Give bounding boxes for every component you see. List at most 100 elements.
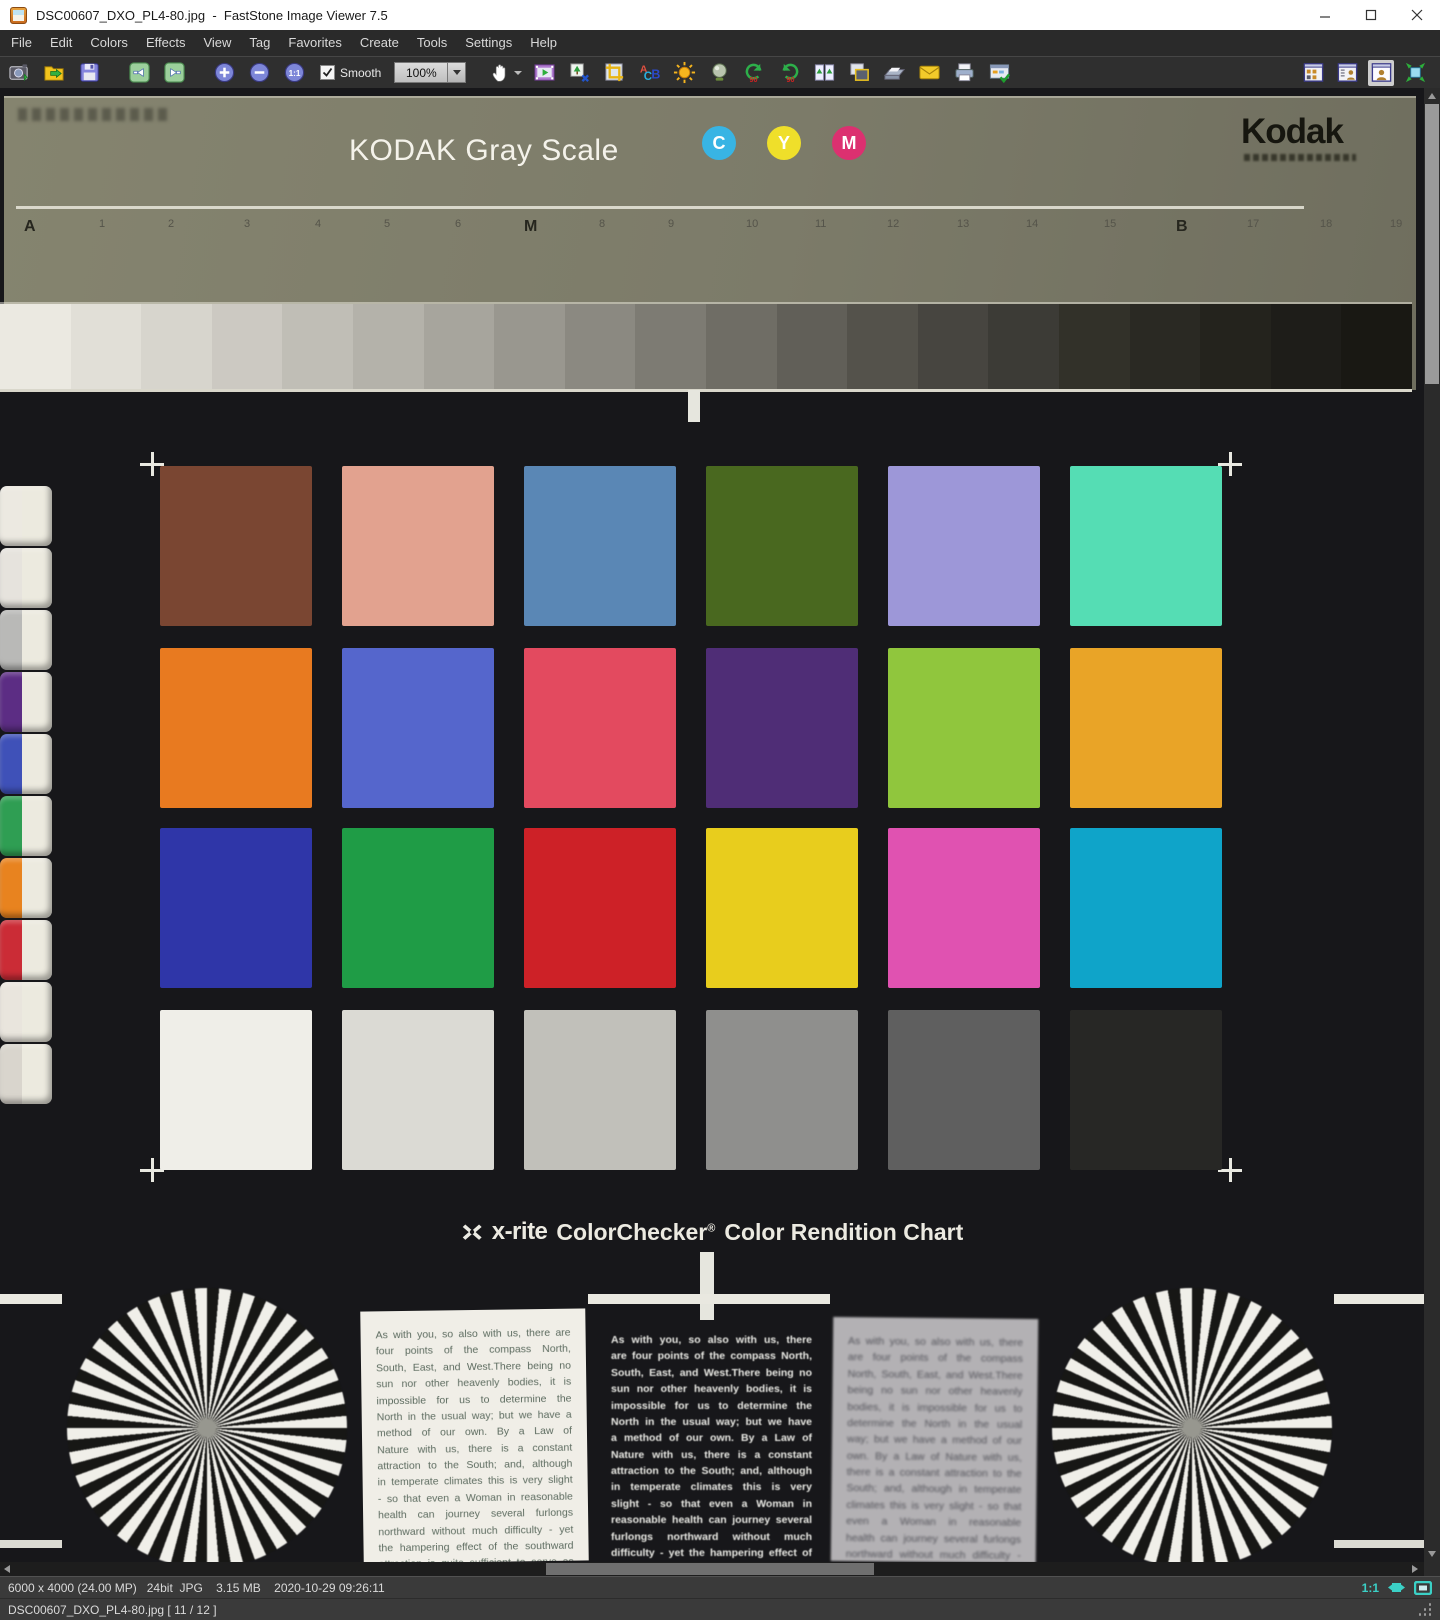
compare-images-icon <box>813 61 836 84</box>
acquire-photos-button[interactable] <box>6 60 32 86</box>
windowed-view-button[interactable] <box>1334 60 1360 86</box>
menu-item-help[interactable]: Help <box>521 30 566 56</box>
fullscreen-button[interactable] <box>1402 60 1428 86</box>
scroll-right-arrow[interactable] <box>1412 1565 1418 1573</box>
print-button[interactable] <box>951 60 977 86</box>
menu-item-create[interactable]: Create <box>351 30 408 56</box>
windows-copy-icon <box>848 61 871 84</box>
thumbnail-view-button[interactable] <box>1300 60 1326 86</box>
smooth-option[interactable]: Smooth <box>320 65 381 80</box>
horizontal-scrollbar[interactable] <box>0 1562 1424 1576</box>
menu-item-effects[interactable]: Effects <box>137 30 195 56</box>
colorchecker-patch <box>524 648 676 808</box>
title-bar: DSC00607_DXO_PL4-80.jpg - FastStone Imag… <box>0 0 1440 30</box>
menu-item-settings[interactable]: Settings <box>456 30 521 56</box>
grayscale-step <box>565 304 636 389</box>
menu-item-view[interactable]: View <box>194 30 240 56</box>
gray-scale-index-label: 5 <box>384 218 390 230</box>
fullscreen-toggle-icon[interactable] <box>1414 1581 1432 1595</box>
gray-scale-index-label: 6 <box>455 218 461 230</box>
resolution-text-dark: As with you, so also with us, there are … <box>596 1326 827 1562</box>
fit-window-icon[interactable] <box>1388 1580 1405 1595</box>
gray-scale-index-label: 3 <box>244 218 250 230</box>
grayscale-step <box>635 304 706 389</box>
thread-spool <box>0 734 52 794</box>
effects-button[interactable] <box>706 60 732 86</box>
copy-move-button[interactable] <box>846 60 872 86</box>
zoom-value: 100% <box>394 62 448 83</box>
capture-button[interactable] <box>986 60 1012 86</box>
gray-scale-underline <box>16 206 1304 209</box>
open-file-button[interactable] <box>41 60 67 86</box>
resize-grip[interactable] <box>1418 1603 1432 1617</box>
caption-rest: Color Rendition Chart <box>724 1219 963 1246</box>
split-view-icon <box>1336 61 1359 84</box>
colorchecker-patch <box>1070 1010 1222 1170</box>
menu-item-colors[interactable]: Colors <box>81 30 137 56</box>
letters-acb-icon: A C B <box>638 61 661 84</box>
vertical-scrollbar[interactable] <box>1424 88 1440 1562</box>
colorchecker-patch <box>342 648 494 808</box>
menu-item-edit[interactable]: Edit <box>41 30 81 56</box>
save-as-button[interactable] <box>76 60 102 86</box>
colorchecker-patch <box>888 1010 1040 1170</box>
next-image-button[interactable] <box>161 60 187 86</box>
grayscale-step <box>988 304 1059 389</box>
photo-canvas: KODAK Gray Scale CYM Kodak A123456M89101… <box>0 88 1424 1562</box>
close-button[interactable] <box>1394 0 1440 30</box>
horizontal-scroll-thumb[interactable] <box>546 1563 874 1575</box>
compare-button[interactable] <box>811 60 837 86</box>
colorchecker-patch <box>1070 466 1222 626</box>
actual-size-button[interactable]: 1:1 <box>281 60 307 86</box>
image-info: 6000 x 4000 (24.00 MP) 24bit JPG 3.15 MB… <box>8 1581 385 1595</box>
gray-scale-index-label: 1 <box>99 218 105 230</box>
grayscale-step <box>847 304 918 389</box>
zoom-select[interactable]: 100% <box>394 62 466 83</box>
vertical-scroll-thumb[interactable] <box>1425 104 1439 384</box>
zoom-dropdown-button[interactable] <box>448 62 466 83</box>
scroll-down-arrow[interactable] <box>1428 1551 1436 1557</box>
single-image-view-icon <box>1370 61 1393 84</box>
resolution-text-white: As with you, so also with us, there are … <box>360 1308 588 1562</box>
smooth-checkbox[interactable] <box>320 65 335 80</box>
colorchecker-patch <box>342 466 494 626</box>
rotate-left-button[interactable]: 90 <box>741 60 767 86</box>
full-view-button[interactable] <box>1368 60 1394 86</box>
thumbnail-grid-icon <box>1302 61 1325 84</box>
thread-spool <box>0 672 52 732</box>
menu-item-favorites[interactable]: Favorites <box>279 30 350 56</box>
scroll-left-arrow[interactable] <box>4 1565 10 1573</box>
colorchecker-patch <box>1070 648 1222 808</box>
scroll-up-arrow[interactable] <box>1428 93 1436 99</box>
menu-item-tools[interactable]: Tools <box>408 30 456 56</box>
gray-scale-index-label: M <box>524 218 537 236</box>
menu-bar: FileEditColorsEffectsViewTagFavoritesCre… <box>0 30 1440 56</box>
adjust-colors-button[interactable]: A C B <box>636 60 662 86</box>
svg-text:1:1: 1:1 <box>288 69 300 78</box>
slideshow-button[interactable] <box>531 60 557 86</box>
chevron-down-icon <box>453 70 461 75</box>
scan-button[interactable] <box>881 60 907 86</box>
hand-tool-button[interactable] <box>490 62 522 83</box>
maximize-button[interactable] <box>1348 0 1394 30</box>
resize-button[interactable] <box>566 60 592 86</box>
window-title: DSC00607_DXO_PL4-80.jpg - FastStone Imag… <box>36 8 388 23</box>
cym-badge-c: C <box>702 126 736 160</box>
grayscale-step <box>0 304 71 389</box>
crop-button[interactable] <box>601 60 627 86</box>
grayscale-step <box>141 304 212 389</box>
minimize-button[interactable] <box>1302 0 1348 30</box>
colorchecker-patch <box>524 1010 676 1170</box>
previous-image-button[interactable] <box>126 60 152 86</box>
email-button[interactable] <box>916 60 942 86</box>
brightness-button[interactable] <box>671 60 697 86</box>
thread-spool <box>0 920 52 980</box>
menu-item-file[interactable]: File <box>2 30 41 56</box>
zoom-out-button[interactable] <box>246 60 272 86</box>
menu-item-tag[interactable]: Tag <box>240 30 279 56</box>
zoom-in-button[interactable] <box>211 60 237 86</box>
image-viewport[interactable]: KODAK Gray Scale CYM Kodak A123456M89101… <box>0 88 1440 1576</box>
grayscale-step <box>1341 304 1412 389</box>
rotate-right-button[interactable]: 90 <box>776 60 802 86</box>
siemens-star-left <box>67 1288 347 1562</box>
